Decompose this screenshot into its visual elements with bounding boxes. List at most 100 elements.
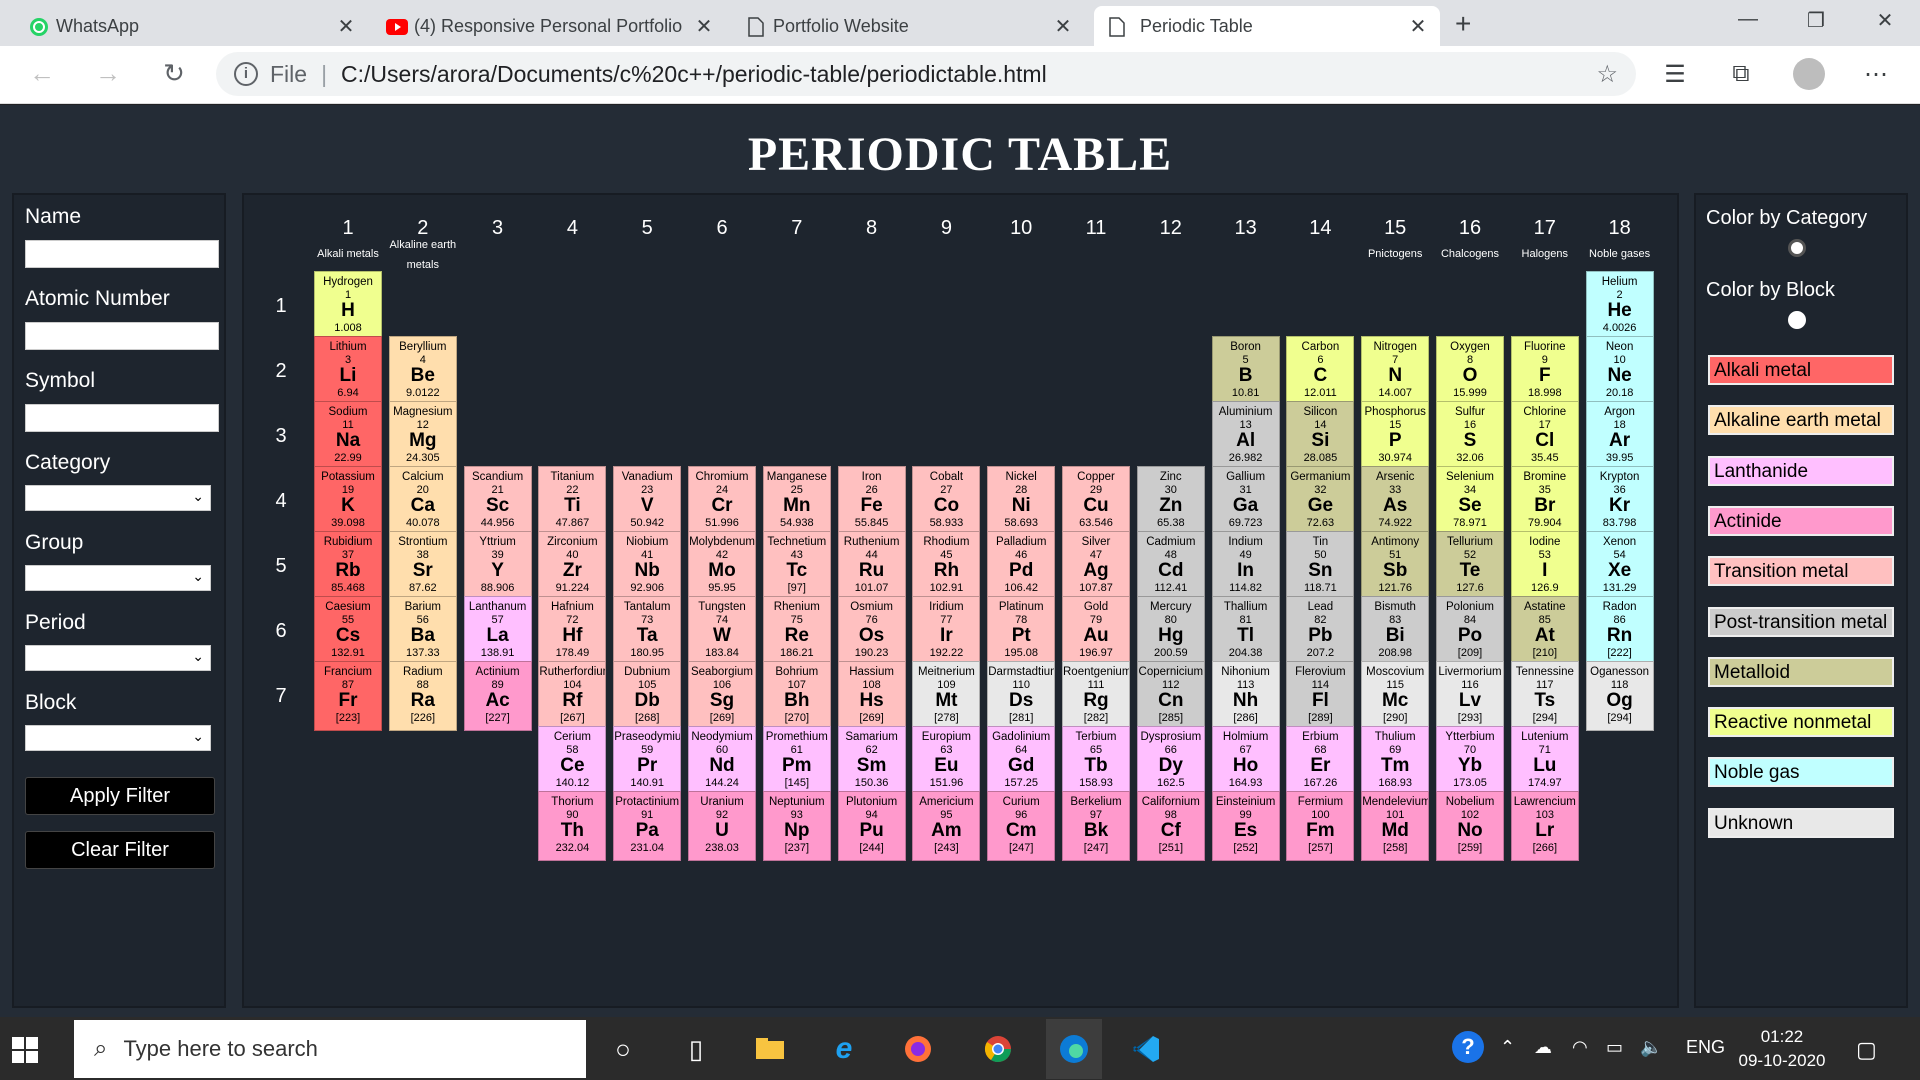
tab-portfolio-website[interactable]: Portfolio Website ✕ <box>745 6 1075 46</box>
element-sm[interactable]: Samarium 62 Sm 150.36 <box>837 726 906 796</box>
volume-icon[interactable]: 🔈 <box>1640 1037 1662 1058</box>
element-ds[interactable]: Darmstadtium 110 Ds [281] <box>987 661 1056 731</box>
url-text[interactable]: C:/Users/arora/Documents/c%20c++/periodi… <box>341 61 1047 88</box>
element-pd[interactable]: Palladium 46 Pd 106.42 <box>987 531 1056 601</box>
element-ac[interactable]: Actinium 89 Ac [227] <box>463 661 532 731</box>
element-si[interactable]: Silicon 14 Si 28.085 <box>1286 401 1355 471</box>
legend-alkali[interactable]: Alkali metal <box>1708 355 1894 385</box>
symbol-input[interactable] <box>25 404 219 432</box>
element-eu[interactable]: Europium 63 Eu 151.96 <box>912 726 981 796</box>
element-n[interactable]: Nitrogen 7 N 14.007 <box>1361 336 1430 406</box>
element-be[interactable]: Beryllium 4 Be 9.0122 <box>388 336 457 406</box>
color-by-block-radio[interactable] <box>1788 311 1806 329</box>
element-se[interactable]: Selenium 34 Se 78.971 <box>1436 466 1504 536</box>
element-at[interactable]: Astatine 85 At [210] <box>1510 596 1579 666</box>
element-lv[interactable]: Livermorium 116 Lv [293] <box>1436 661 1504 731</box>
legend-unknown[interactable]: Unknown <box>1708 807 1894 838</box>
element-rb[interactable]: Rubidium 37 Rb 85.468 <box>314 531 382 601</box>
element-rg[interactable]: Roentgenium 111 Rg [282] <box>1062 661 1130 731</box>
tab-portfolio-video[interactable]: (4) Responsive Personal Portfolio ✕ <box>386 6 716 46</box>
battery-icon[interactable]: ▭ <box>1606 1037 1623 1058</box>
group-select[interactable]: ⌄ <box>25 565 211 591</box>
cortana-icon[interactable]: ○ <box>605 1031 641 1067</box>
element-sc[interactable]: Scandium 21 Sc 44.956 <box>463 466 532 536</box>
internet-explorer-icon[interactable]: e <box>826 1031 862 1067</box>
close-tab-icon[interactable]: ✕ <box>1406 14 1430 39</box>
color-by-category-radio[interactable] <box>1788 239 1806 257</box>
element-p[interactable]: Phosphorus 15 P 30.974 <box>1361 401 1430 471</box>
address-bar[interactable]: i File | C:/Users/arora/Documents/c%20c+… <box>216 52 1636 96</box>
element-cn[interactable]: Copernicium 112 Cn [285] <box>1136 661 1205 731</box>
legend-transition[interactable]: Transition metal <box>1708 556 1894 587</box>
element-es[interactable]: Einsteinium 99 Es [252] <box>1211 791 1280 861</box>
clear-filter-button[interactable]: Clear Filter <box>25 831 215 869</box>
profile-avatar[interactable] <box>1793 58 1825 90</box>
refresh-icon[interactable]: ↻ <box>156 58 192 89</box>
element-w[interactable]: Tungsten 74 W 183.84 <box>688 596 756 666</box>
element-la[interactable]: Lanthanum 57 La 138.91 <box>463 596 532 666</box>
element-ge[interactable]: Germanium 32 Ge 72.63 <box>1286 466 1355 536</box>
element-ra[interactable]: Radium 88 Ra [226] <box>388 661 457 731</box>
element-md[interactable]: Mendelevium 101 Md [258] <box>1361 791 1430 861</box>
vscode-icon[interactable] <box>1128 1031 1164 1067</box>
element-tc[interactable]: Technetium 43 Tc [97] <box>762 531 831 601</box>
legend-noble[interactable]: Noble gas <box>1708 757 1894 788</box>
element-na[interactable]: Sodium 11 Na 22.99 <box>314 401 382 471</box>
element-sr[interactable]: Strontium 38 Sr 87.62 <box>388 531 457 601</box>
element-s[interactable]: Sulfur 16 S 32.06 <box>1436 401 1504 471</box>
element-am[interactable]: Americium 95 Am [243] <box>912 791 981 861</box>
element-fr[interactable]: Francium 87 Fr [223] <box>314 661 382 731</box>
element-kr[interactable]: Krypton 36 Kr 83.798 <box>1585 466 1654 536</box>
element-v[interactable]: Vanadium 23 V 50.942 <box>613 466 682 536</box>
element-tm[interactable]: Thulium 69 Tm 168.93 <box>1361 726 1430 796</box>
element-lu[interactable]: Lutenium 71 Lu 174.97 <box>1510 726 1579 796</box>
element-zn[interactable]: Zinc 30 Zn 65.38 <box>1136 466 1205 536</box>
element-ag[interactable]: Silver 47 Ag 107.87 <box>1062 531 1130 601</box>
period-select[interactable]: ⌄ <box>25 645 211 671</box>
element-no[interactable]: Nobelium 102 No [259] <box>1436 791 1504 861</box>
element-hg[interactable]: Mercury 80 Hg 200.59 <box>1136 596 1205 666</box>
close-window-icon[interactable]: ✕ <box>1865 8 1905 33</box>
system-clock[interactable]: 01:22 09-10-2020 <box>1732 1025 1832 1073</box>
wifi-icon[interactable]: ◠ <box>1572 1037 1588 1058</box>
element-k[interactable]: Potassium 19 K 39.098 <box>314 466 382 536</box>
element-b[interactable]: Boron 5 B 10.81 <box>1211 336 1280 406</box>
element-ti[interactable]: Titanium 22 Ti 47.867 <box>538 466 607 536</box>
legend-lanthanide[interactable]: Lanthanide <box>1708 455 1894 486</box>
taskbar-search[interactable]: ⌕ Type here to search <box>74 1020 586 1078</box>
element-cf[interactable]: Californium 98 Cf [251] <box>1136 791 1205 861</box>
info-icon[interactable]: i <box>234 62 258 86</box>
tab-whatsapp[interactable]: WhatsApp ✕ <box>28 6 358 46</box>
element-pm[interactable]: Promethium 61 Pm [145] <box>762 726 831 796</box>
element-tb[interactable]: Terbium 65 Tb 158.93 <box>1062 726 1130 796</box>
element-nd[interactable]: Neodymium 60 Nd 144.24 <box>688 726 756 796</box>
element-sn[interactable]: Tin 50 Sn 118.71 <box>1286 531 1355 601</box>
element-pa[interactable]: Protactinium 91 Pa 231.04 <box>613 791 682 861</box>
element-hs[interactable]: Hassium 108 Hs [269] <box>837 661 906 731</box>
element-cs[interactable]: Caesium 55 Cs 132.91 <box>314 596 382 666</box>
element-cr[interactable]: Chromium 24 Cr 51.996 <box>688 466 756 536</box>
element-mn[interactable]: Manganese 25 Mn 54.938 <box>762 466 831 536</box>
element-br[interactable]: Bromine 35 Br 79.904 <box>1510 466 1579 536</box>
element-re[interactable]: Rhenium 75 Re 186.21 <box>762 596 831 666</box>
element-as[interactable]: Arsenic 33 As 74.922 <box>1361 466 1430 536</box>
element-po[interactable]: Polonium 84 Po [209] <box>1436 596 1504 666</box>
element-ar[interactable]: Argon 18 Ar 39.95 <box>1585 401 1654 471</box>
name-input[interactable] <box>25 240 219 268</box>
element-fl[interactable]: Flerovium 114 Fl [289] <box>1286 661 1355 731</box>
favorites-list-icon[interactable]: ☰ <box>1657 60 1693 89</box>
element-pr[interactable]: Praseodymium59Pr140.91 <box>613 726 682 796</box>
element-ba[interactable]: Barium 56 Ba 137.33 <box>388 596 457 666</box>
close-tab-icon[interactable]: ✕ <box>334 14 358 39</box>
element-mc[interactable]: Moscovium 115 Mc [290] <box>1361 661 1430 731</box>
element-nh[interactable]: Nihonium 113 Nh [286] <box>1211 661 1280 731</box>
category-select[interactable]: ⌄ <box>25 485 211 511</box>
new-tab-button[interactable]: + <box>1455 8 1471 40</box>
element-rh[interactable]: Rhodium 45 Rh 102.91 <box>912 531 981 601</box>
element-bi[interactable]: Bismuth 83 Bi 208.98 <box>1361 596 1430 666</box>
onedrive-icon[interactable]: ☁ <box>1534 1037 1552 1058</box>
windows-start-icon[interactable] <box>12 1037 38 1063</box>
chrome-icon[interactable] <box>980 1031 1016 1067</box>
edge-icon[interactable] <box>1046 1019 1102 1079</box>
element-mo[interactable]: Molybdenum 42 Mo 95.95 <box>688 531 756 601</box>
